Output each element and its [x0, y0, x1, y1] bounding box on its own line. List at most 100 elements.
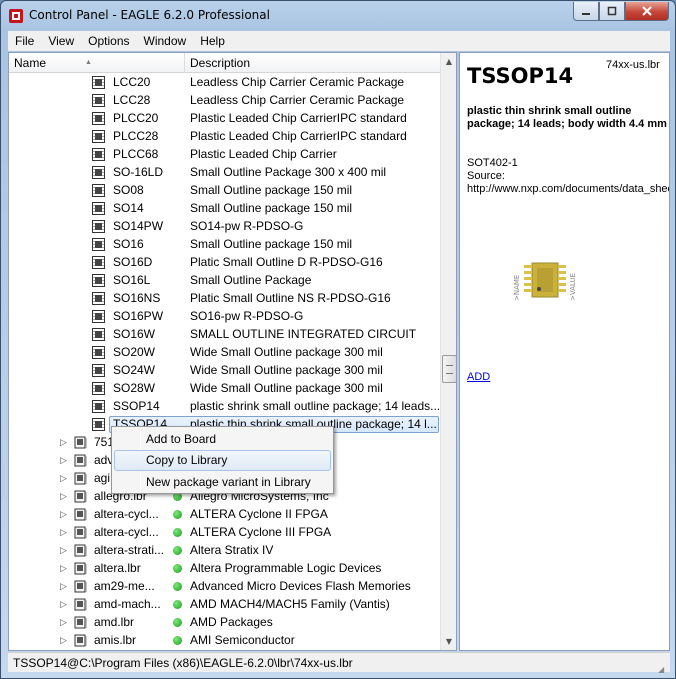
library-row[interactable]: ▷ altera-cycl... ALTERA Cyclone III FPGA: [9, 524, 440, 542]
scrollbar-thumb[interactable]: [442, 355, 456, 383]
package-row[interactable]: SO16W SMALL OUTLINE INTEGRATED CIRCUIT: [9, 326, 440, 344]
expand-arrow-icon[interactable]: ▷: [60, 437, 69, 448]
context-menu: Add to Board Copy to Library New package…: [111, 426, 334, 494]
close-button[interactable]: [625, 2, 669, 21]
library-row[interactable]: ▷ am29-me... Advanced Micro Devices Flash …: [9, 578, 440, 596]
library-name: am29-me...: [94, 579, 155, 593]
in-use-status-icon[interactable]: [173, 510, 182, 519]
expand-arrow-icon[interactable]: ▷: [60, 581, 69, 592]
scroll-down-arrow-icon[interactable]: ▼: [441, 633, 456, 650]
package-row[interactable]: PLCC68 Plastic Leaded Chip Carrier: [9, 146, 440, 164]
preview-description: plastic thin shrink small outline packag…: [467, 105, 667, 130]
in-use-status-icon[interactable]: [173, 600, 182, 609]
expand-arrow-icon[interactable]: ▷: [60, 491, 69, 502]
expand-arrow-icon[interactable]: ▷: [60, 455, 69, 466]
library-description: Advanced Micro Devices Flash Memories: [190, 579, 411, 593]
expand-arrow-icon[interactable]: ▷: [60, 617, 69, 628]
add-link[interactable]: ADD: [467, 371, 490, 383]
package-icon: [92, 76, 105, 89]
package-row[interactable]: SO14 Small Outline package 150 mil: [9, 200, 440, 218]
menu-copy-to-library[interactable]: Copy to Library: [114, 450, 331, 471]
maximize-button[interactable]: [599, 2, 625, 21]
library-book-icon: [74, 562, 87, 575]
library-row[interactable]: ▷ altera-cycl... ALTERA Cyclone II FPGA: [9, 506, 440, 524]
package-row[interactable]: SO08 Small Outline package 150 mil: [9, 182, 440, 200]
menu-view[interactable]: View: [41, 34, 81, 48]
package-description: Wide Small Outline package 300 mil: [190, 363, 383, 377]
expand-arrow-icon[interactable]: ▷: [60, 635, 69, 646]
vertical-scrollbar[interactable]: ▲ ▼: [440, 53, 456, 650]
library-row[interactable]: ▷ amd.lbr AMD Packages: [9, 614, 440, 632]
package-icon: [92, 328, 105, 341]
package-row[interactable]: SO16 Small Outline package 150 mil: [9, 236, 440, 254]
package-name: SSOP14: [113, 399, 160, 413]
in-use-status-icon[interactable]: [173, 582, 182, 591]
library-row[interactable]: ▷ altera-strati... Altera Stratix IV: [9, 542, 440, 560]
package-row[interactable]: LCC28 Leadless Chip Carrier Ceramic Packa…: [9, 92, 440, 110]
package-description: Wide Small Outline package 300 mil: [190, 381, 383, 395]
package-row[interactable]: PLCC20 Plastic Leaded Chip CarrierIPC sta…: [9, 110, 440, 128]
column-header-description[interactable]: Description: [185, 53, 440, 73]
library-name: amd-mach...: [94, 597, 161, 611]
package-row[interactable]: SO20W Wide Small Outline package 300 mil: [9, 344, 440, 362]
package-name: SO16PW: [113, 309, 164, 323]
menu-options[interactable]: Options: [81, 34, 136, 48]
in-use-status-icon[interactable]: [173, 546, 182, 555]
package-row[interactable]: SO16L Small Outline Package: [9, 272, 440, 290]
preview-title: TSSOP14: [467, 64, 574, 88]
library-description: AMI Semiconductor: [190, 633, 295, 647]
package-icon: [92, 220, 105, 233]
title-bar[interactable]: Control Panel - EAGLE 6.2.0 Professional: [1, 1, 675, 31]
library-book-icon: [74, 580, 87, 593]
package-name: SO08: [113, 183, 144, 197]
package-row[interactable]: SO16NS Platic Small Outline NS R-PDSO-G16: [9, 290, 440, 308]
in-use-status-icon[interactable]: [173, 564, 182, 573]
package-name: SO-16LD: [113, 165, 164, 179]
in-use-status-icon[interactable]: [173, 618, 182, 627]
package-icon: [92, 346, 105, 359]
package-row[interactable]: SO16PW SO16-pw R-PDSO-G: [9, 308, 440, 326]
library-row[interactable]: ▷ altera.lbr Altera Programmable Logic Dev…: [9, 560, 440, 578]
in-use-status-icon[interactable]: [173, 528, 182, 537]
library-row[interactable]: ▷ amis.lbr AMI Semiconductor: [9, 632, 440, 650]
preview-pane: TSSOP14 74xx-us.lbr plastic thin shrink …: [459, 52, 670, 651]
package-row[interactable]: SSOP14 plastic shrink small outline packa…: [9, 398, 440, 416]
package-icon: [92, 292, 105, 305]
menu-window[interactable]: Window: [137, 34, 194, 48]
column-header-name[interactable]: Name ▲: [9, 53, 185, 73]
eagle-app-icon: [9, 9, 23, 23]
package-description: Wide Small Outline package 300 mil: [190, 345, 383, 359]
minimize-button[interactable]: [573, 2, 599, 21]
preview-library-name: 74xx-us.lbr: [606, 59, 660, 71]
library-row[interactable]: ▷ amd-mach... AMD MACH4/MACH5 Family (Vant…: [9, 596, 440, 614]
package-row[interactable]: SO16D Platic Small Outline D R-PDSO-G16: [9, 254, 440, 272]
expand-arrow-icon[interactable]: ▷: [60, 545, 69, 556]
package-row[interactable]: LCC20 Leadless Chip Carrier Ceramic Packa…: [9, 74, 440, 92]
library-name: altera-cycl...: [94, 507, 159, 521]
resize-grip-icon[interactable]: ◢: [658, 660, 668, 674]
maximize-icon: [607, 6, 617, 16]
menu-file[interactable]: File: [8, 34, 41, 48]
package-description: Plastic Leaded Chip CarrierIPC standard: [190, 129, 407, 143]
package-row[interactable]: PLCC28 Plastic Leaded Chip CarrierIPC sta…: [9, 128, 440, 146]
expand-arrow-icon[interactable]: ▷: [60, 473, 69, 484]
package-icon: [92, 274, 105, 287]
package-description: Small Outline package 150 mil: [190, 183, 353, 197]
menu-new-package-variant[interactable]: New package variant in Library: [114, 472, 331, 493]
expand-arrow-icon[interactable]: ▷: [60, 563, 69, 574]
package-row[interactable]: SO28W Wide Small Outline package 300 mil: [9, 380, 440, 398]
expand-arrow-icon[interactable]: ▷: [60, 599, 69, 610]
menu-help[interactable]: Help: [193, 34, 232, 48]
package-row[interactable]: SO14PW SO14-pw R-PDSO-G: [9, 218, 440, 236]
library-description: Altera Programmable Logic Devices: [190, 561, 382, 575]
in-use-status-icon[interactable]: [173, 636, 182, 645]
library-tree-view[interactable]: Name ▲ Description LCC20 Leadless Chip Ca…: [8, 52, 457, 651]
package-description: SO16-pw R-PDSO-G: [190, 309, 304, 323]
expand-arrow-icon[interactable]: ▷: [60, 509, 69, 520]
package-row[interactable]: SO24W Wide Small Outline package 300 mil: [9, 362, 440, 380]
package-row[interactable]: SO-16LD Small Outline Package 300 x 400 m…: [9, 164, 440, 182]
expand-arrow-icon[interactable]: ▷: [60, 527, 69, 538]
package-icon: [92, 94, 105, 107]
menu-add-to-board[interactable]: Add to Board: [114, 429, 331, 450]
scroll-up-arrow-icon[interactable]: ▲: [441, 53, 456, 70]
